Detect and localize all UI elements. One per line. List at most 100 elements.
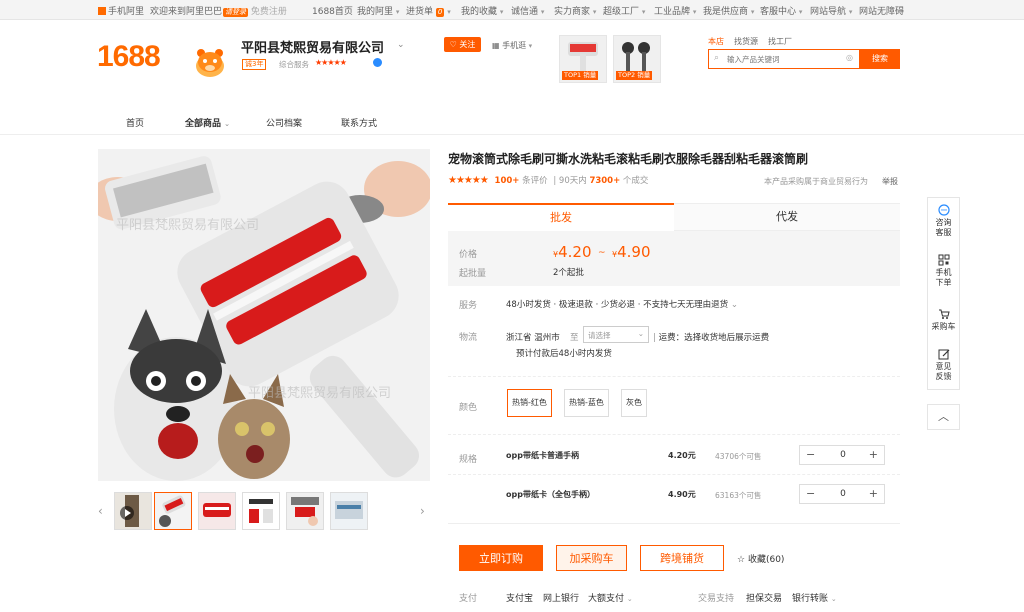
trade-bank-transfer[interactable]: 银行转账 ⌄: [792, 591, 837, 604]
home-link[interactable]: 1688首页: [312, 4, 353, 17]
color-option-gray[interactable]: 灰色: [621, 389, 647, 417]
add-to-cart-button[interactable]: 加采购车: [556, 545, 627, 571]
qr-icon: ▦: [492, 41, 500, 50]
top1-product[interactable]: TOP1 销量: [559, 35, 607, 83]
service-terms[interactable]: 48小时发货 · 极速退款 · 少货必退 · 不支持七天无理由退货 ⌄: [506, 298, 738, 310]
thumb-5-image: [331, 493, 367, 529]
plus-icon[interactable]: +: [869, 448, 878, 461]
minus-icon[interactable]: −: [806, 448, 815, 461]
tab-dropship[interactable]: 代发: [674, 203, 900, 231]
heart-icon: ♡: [449, 40, 457, 49]
chengxintong-link[interactable]: 诚信通 ▾: [511, 4, 544, 17]
search-box: ⌕ ◎: [708, 49, 860, 69]
divider: [448, 474, 900, 475]
review-label: 条评价: [522, 176, 548, 186]
purchase-count-badge: 0: [435, 8, 445, 17]
plus-icon[interactable]: +: [869, 487, 878, 500]
origin-location: 浙江省 温州市: [506, 333, 560, 343]
service-center-link[interactable]: 客服中心 ▾: [760, 4, 802, 17]
freight-info: | 运费：选择收货地后展示运费: [653, 333, 770, 343]
thumbnail-3[interactable]: [242, 492, 280, 530]
thumbnail-5[interactable]: [330, 492, 368, 530]
chevron-down-icon: ▾: [750, 8, 755, 16]
minus-icon[interactable]: −: [806, 487, 815, 500]
strength-merchant-link[interactable]: 实力商家 ▾: [554, 4, 596, 17]
color-option-blue[interactable]: 热销-蓝色: [564, 389, 609, 417]
chevron-down-icon: ⌄: [224, 120, 231, 128]
sidebar-feedback[interactable]: 意见反馈: [928, 348, 959, 382]
pay-label: 支付: [459, 594, 478, 604]
service-stars: ★★★★★: [315, 58, 347, 67]
service-label: 服务: [459, 301, 478, 311]
thumb-4-image: [287, 493, 323, 529]
review-count[interactable]: 100+: [495, 176, 520, 186]
main-product-image[interactable]: 平阳县梵熙贸易有限公司 平阳县梵熙贸易有限公司: [98, 149, 430, 481]
search-input[interactable]: [727, 52, 842, 66]
thumbnail-1[interactable]: [154, 492, 192, 530]
follow-button[interactable]: ♡ 关注: [444, 37, 481, 52]
chevron-down-icon: ⌄: [830, 595, 837, 603]
spec-label: 规格: [459, 455, 478, 465]
nav-home[interactable]: 首页: [126, 116, 144, 129]
search-button[interactable]: 搜索: [860, 49, 900, 69]
edit-icon: [938, 349, 949, 360]
trade-label: 交易支持: [698, 594, 735, 604]
service-label: 综合服务: [279, 60, 309, 69]
back-to-top-button[interactable]: ︿: [927, 404, 960, 430]
divider: [448, 523, 900, 524]
price-high: ¥4.90: [612, 243, 651, 261]
nav-contact[interactable]: 联系方式: [341, 116, 377, 129]
quantity-value[interactable]: 0: [835, 450, 851, 460]
sidebar-consult[interactable]: 咨询客服: [928, 204, 959, 238]
pay-large[interactable]: 大额支付 ⌄: [588, 591, 633, 604]
moq-value: 2个起批: [553, 268, 584, 278]
thumbnail-4[interactable]: [286, 492, 324, 530]
accessible-link[interactable]: 网站无障碍: [859, 4, 904, 17]
sidebar-cart[interactable]: 采购车: [928, 308, 959, 332]
nav-company-profile[interactable]: 公司档案: [266, 116, 302, 129]
purchase-list-link[interactable]: 进货单 0 ▾: [406, 4, 451, 17]
search-tab-factory[interactable]: 找工厂: [768, 37, 792, 46]
site-nav-link[interactable]: 网站导航 ▾: [810, 4, 852, 17]
rating-stars: ★★★★★: [448, 175, 489, 186]
report-link[interactable]: 举报: [882, 176, 898, 187]
industry-brand-link[interactable]: 工业品牌 ▾: [654, 4, 696, 17]
sales-period: 90天内: [558, 176, 587, 186]
mobile-ali-link[interactable]: 手机阿里: [98, 4, 144, 17]
mobile-shop-link[interactable]: ▦ 手机逛 ▾: [492, 40, 532, 51]
spec-name: opp带纸卡普通手柄: [506, 451, 579, 460]
thumbnail-2[interactable]: [198, 492, 236, 530]
super-factory-link[interactable]: 超级工厂 ▾: [603, 4, 645, 17]
my-ali-link[interactable]: 我的阿里 ▾: [357, 4, 399, 17]
quantity-value[interactable]: 0: [835, 489, 851, 499]
color-option-red[interactable]: 热销-红色: [507, 389, 552, 417]
camera-icon[interactable]: ◎: [846, 53, 853, 62]
chevron-down-icon: ▾: [848, 8, 853, 16]
collect-button[interactable]: ☆ 收藏(60): [737, 552, 784, 565]
register-link[interactable]: 免费注册: [251, 7, 287, 17]
buy-now-button[interactable]: 立即订购: [459, 545, 543, 571]
sidebar-mobile-order[interactable]: 手机下单: [928, 254, 959, 288]
nav-all-products[interactable]: 全部商品 ⌄: [185, 116, 230, 129]
chevron-down-icon[interactable]: ⌄: [397, 40, 405, 50]
region-select[interactable]: 请选择 ⌄: [583, 326, 649, 343]
logo-1688[interactable]: 1688: [97, 40, 161, 74]
supplier-link[interactable]: 我是供应商 ▾: [703, 4, 754, 17]
tab-wholesale[interactable]: 批发: [448, 203, 674, 231]
search-tab-shop[interactable]: 本店: [708, 37, 724, 46]
favorites-link[interactable]: 我的收藏 ▾: [461, 4, 503, 17]
price-box: 价格 ¥4.20 ~ ¥4.90 起批量 2个起批: [448, 231, 900, 286]
cross-border-button[interactable]: 跨境铺货: [640, 545, 724, 571]
thumbnail-video[interactable]: [114, 492, 152, 530]
spec-price: 4.90元: [668, 490, 696, 499]
thumb-1-image: [155, 493, 191, 529]
shop-name[interactable]: 平阳县梵熙贸易有限公司: [241, 37, 384, 56]
thumb-next-icon[interactable]: ›: [420, 504, 425, 518]
price-low: ¥4.20: [553, 243, 592, 261]
thumb-prev-icon[interactable]: ‹: [98, 504, 103, 518]
top2-product[interactable]: TOP2 销量: [613, 35, 661, 83]
search-tab-source[interactable]: 找货源: [734, 37, 758, 46]
chevron-down-icon: ⌄: [626, 595, 633, 603]
login-link[interactable]: 请登录 免费注册: [223, 4, 287, 17]
ali-logo-icon: [98, 7, 106, 15]
